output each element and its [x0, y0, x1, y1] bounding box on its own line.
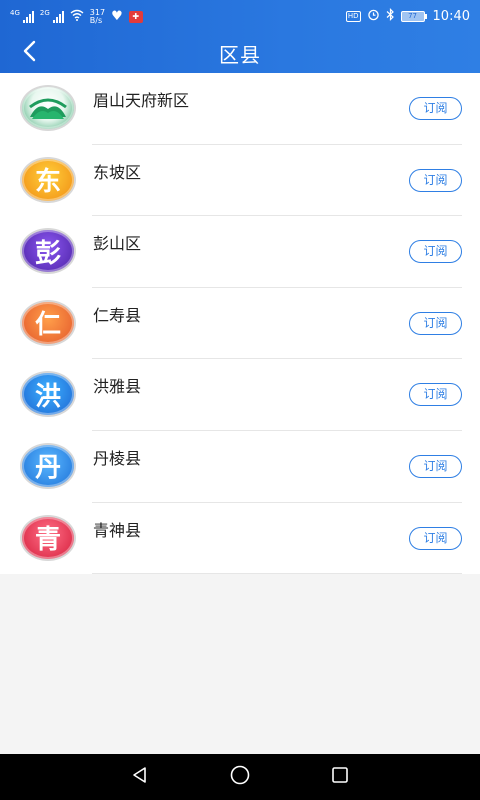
status-right: HD 77 10:40 [345, 8, 470, 25]
home-circle-icon [229, 764, 251, 790]
district-logo-icon: 青 [20, 514, 76, 561]
tianfu-logo-icon [20, 85, 76, 131]
system-back-button[interactable] [120, 757, 160, 797]
district-name: 洪雅县 [93, 377, 142, 397]
network-type-label: 2G [39, 8, 50, 17]
page-title: 区县 [219, 42, 261, 67]
district-logo-icon: 洪 [20, 371, 76, 418]
list-item[interactable]: 丹 丹棱县 订阅 [0, 431, 480, 503]
system-home-button[interactable] [220, 757, 260, 797]
subscribe-button[interactable]: 订阅 [409, 97, 462, 120]
hd-icon: HD [345, 11, 361, 22]
district-logo-icon: 彭 [20, 228, 76, 275]
signal-icon [22, 10, 34, 23]
subscribe-button[interactable]: 订阅 [409, 454, 462, 478]
district-logo-icon: 丹 [20, 442, 76, 489]
clock: 10:40 [432, 9, 470, 24]
battery-icon: 77 [400, 11, 427, 22]
subscribe-button[interactable]: 订阅 [409, 526, 462, 550]
wifi-icon [70, 9, 84, 24]
list-item[interactable]: 东 东坡区 订阅 [0, 145, 480, 217]
district-list: 眉山天府新区 订阅 东 东坡区 订阅 彭 彭山区 订阅 仁 仁寿县 订阅 洪 洪… [0, 73, 480, 575]
speed-unit: B/s [89, 15, 103, 25]
alarm-icon [367, 8, 380, 25]
system-recents-button[interactable] [320, 757, 360, 797]
subscribe-button[interactable]: 订阅 [409, 383, 462, 407]
list-item[interactable]: 彭 彭山区 订阅 [0, 216, 480, 288]
subscribe-button[interactable]: 订阅 [409, 240, 462, 264]
back-triangle-icon [130, 765, 150, 789]
district-name: 丹棱县 [93, 448, 142, 468]
network-type-label: 4G [10, 8, 20, 17]
recents-square-icon [330, 765, 350, 789]
app-badge-icon: ✚ [128, 10, 143, 23]
signal-icon [52, 10, 64, 23]
heart-icon: ♥ [111, 9, 123, 24]
subscribe-button[interactable]: 订阅 [409, 168, 462, 192]
battery-level: 77 [400, 11, 425, 22]
district-name: 仁寿县 [93, 305, 142, 325]
list-item[interactable]: 眉山天府新区 订阅 [0, 73, 480, 145]
list-item[interactable]: 仁 仁寿县 订阅 [0, 288, 480, 360]
district-name: 眉山天府新区 [93, 91, 190, 110]
status-left: 4G 2G 317 B/s ♥ ✚ [10, 8, 143, 25]
district-name: 彭山区 [93, 234, 142, 254]
district-name: 东坡区 [93, 162, 142, 182]
system-nav-bar [0, 754, 480, 800]
network-speed: 317 B/s [89, 8, 105, 25]
subscribe-button[interactable]: 订阅 [409, 311, 462, 335]
bluetooth-icon [386, 8, 395, 25]
district-logo-icon: 仁 [20, 299, 76, 346]
back-button[interactable] [14, 37, 44, 69]
district-name: 青神县 [93, 520, 142, 540]
list-item[interactable]: 洪 洪雅县 订阅 [0, 359, 480, 431]
chevron-left-icon [22, 40, 36, 66]
district-logo-icon: 东 [20, 156, 76, 203]
status-bar: 4G 2G 317 B/s ♥ ✚ HD 77 10:40 [0, 0, 480, 33]
header-bar: 区县 [0, 33, 480, 73]
list-item[interactable]: 青 青神县 订阅 [0, 503, 480, 575]
